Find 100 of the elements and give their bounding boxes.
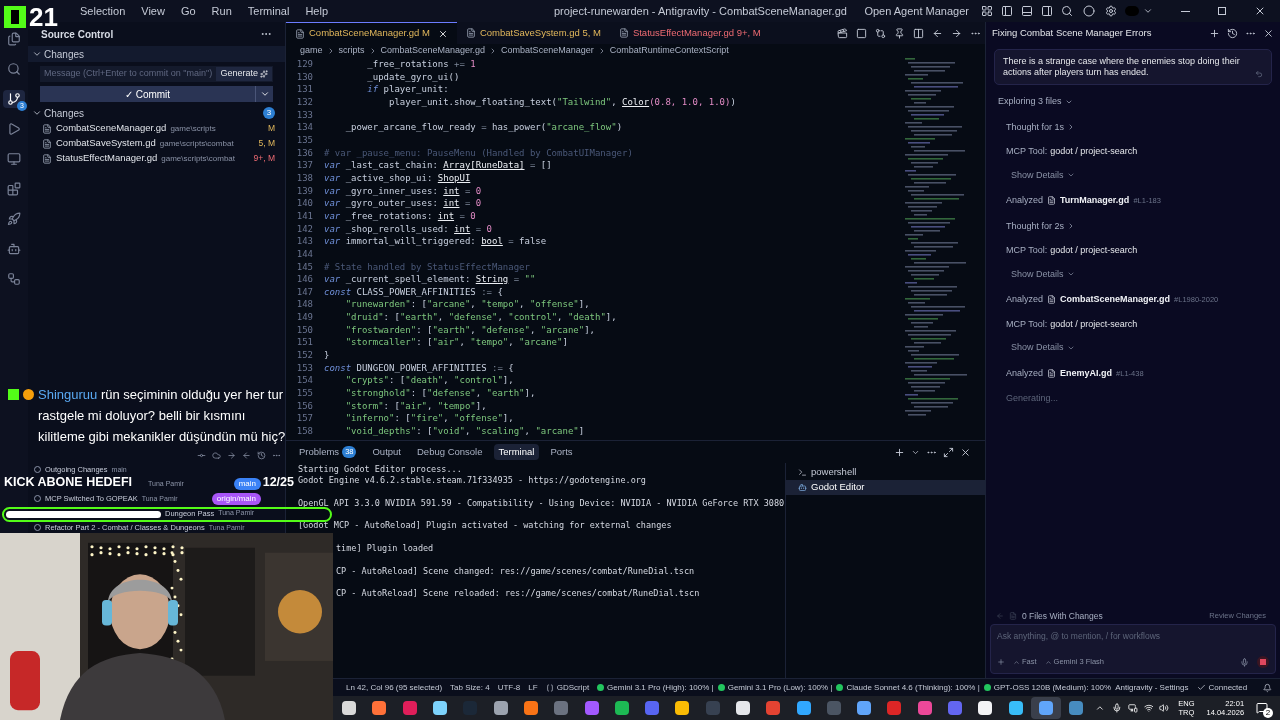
breadcrumb-item[interactable]: CombatSceneManager (501, 43, 594, 58)
commit-icon[interactable] (197, 451, 206, 460)
display-icon[interactable] (1127, 703, 1138, 713)
chevron-icon[interactable] (1143, 6, 1153, 16)
taskbar-app-button[interactable] (1030, 697, 1062, 719)
status-item[interactable]: UTF-8 (497, 681, 521, 694)
menu-item[interactable]: Terminal (239, 2, 298, 20)
changed-file-item[interactable]: StatusEffectManager.gd game\scripts\combat 9+, M (28, 151, 285, 166)
chevron-icon[interactable] (32, 108, 42, 118)
menu-item[interactable]: Run (203, 2, 240, 20)
line-number: 146 (295, 273, 314, 286)
file-icon (465, 28, 476, 38)
robot-icon (798, 483, 807, 492)
layout-icon[interactable] (981, 5, 993, 17)
chevron-icon[interactable] (32, 49, 42, 59)
new-chat-icon[interactable] (1209, 27, 1220, 39)
cloud-icon[interactable] (212, 451, 221, 460)
history-icon[interactable] (1227, 27, 1238, 39)
terminal-list-item[interactable]: Godot Editor (786, 480, 985, 495)
microphone-icon[interactable] (1112, 703, 1122, 713)
agent-manager-link[interactable]: Open Agent Manager (864, 2, 969, 20)
status-item[interactable]: Antigravity - Settings (1115, 681, 1189, 694)
panel-tab[interactable]: Debug Console (412, 444, 488, 460)
panel-tab[interactable]: Ports (545, 444, 578, 460)
chat-message: Shinguruu rün seçiminin olduğu yer her tur rastgele mi doluyor? belli bir kısmını kilitleme gibi mekanikler düşündün mü hiç? (38, 386, 287, 446)
new-terminal-icon[interactable] (894, 446, 905, 458)
panel-tab[interactable]: Terminal (493, 444, 540, 460)
step-group-toggle[interactable]: Exploring 3 files (998, 95, 1062, 109)
tray-overflow-icon[interactable] (1095, 703, 1106, 713)
terminal-list-item[interactable]: powershell (786, 465, 985, 480)
flow-icon (7, 272, 21, 286)
breadcrumb-item[interactable]: scripts (338, 43, 365, 58)
goal-label: KICK ABONE HEDEFI (4, 476, 132, 488)
show-details-toggle[interactable]: Show Details (1011, 168, 1064, 182)
status-item[interactable]: Ln 42, Col 96 (95 selected) (346, 681, 443, 694)
compare-icon[interactable] (875, 27, 886, 39)
file-status: 5, M (258, 137, 275, 150)
menu-item[interactable]: Selection (72, 2, 134, 20)
status-item[interactable]: Gemini 3.1 Pro (Low): 100% | (717, 681, 833, 694)
status-item[interactable]: Connected (1196, 681, 1248, 694)
close-icon[interactable] (1263, 27, 1274, 39)
file-link[interactable]: TurnManager.gd (1060, 194, 1130, 208)
breadcrumb-item[interactable]: game (300, 43, 323, 58)
count-badge: 2 (1263, 708, 1274, 718)
show-details-toggle[interactable]: Show Details (1011, 341, 1064, 355)
minimize-button[interactable] (1181, 10, 1190, 12)
section-header[interactable]: Changes (44, 46, 85, 62)
network-icon[interactable] (1143, 703, 1154, 713)
close-icon[interactable] (1254, 5, 1266, 17)
secondary-sidebar-icon[interactable] (1041, 5, 1053, 17)
panel-toggle-icon[interactable] (1021, 5, 1033, 17)
maximize-icon[interactable] (943, 446, 954, 458)
notification-icon[interactable] (1263, 682, 1272, 693)
stop-icon (1260, 659, 1266, 665)
thought-toggle[interactable]: Thought for 2s (1006, 219, 1065, 233)
forward-icon[interactable] (951, 27, 962, 39)
changed-file-item[interactable]: CombatSceneManager.gd game\scripts M (28, 121, 285, 136)
back-icon[interactable] (932, 27, 943, 39)
settings-icon[interactable] (1105, 5, 1117, 17)
code-line: _update_gyro_ui() (366, 70, 460, 84)
stop-button[interactable] (1257, 656, 1269, 668)
thought-toggle[interactable]: Thought for 1s (1006, 120, 1065, 134)
close-icon[interactable] (437, 28, 448, 39)
pin-icon[interactable] (894, 27, 905, 39)
step-label: MCP Tool: (1006, 244, 1048, 257)
menu-item[interactable]: View (133, 2, 173, 20)
branch-badge: main (233, 478, 261, 491)
generate-button[interactable]: Generate (216, 67, 272, 81)
sidebar-toggle-icon[interactable] (1001, 5, 1013, 17)
panel-tab[interactable]: Output (367, 444, 406, 460)
commit-button[interactable]: ✓ Commit (40, 86, 255, 102)
close-icon[interactable] (960, 446, 971, 458)
status-item[interactable]: Claude Sonnet 4.6 (Thinking): 100% | (836, 681, 980, 694)
menu-item[interactable]: Help (297, 2, 336, 20)
status-item[interactable]: GPT-OSS 120B (Medium): 100% (983, 681, 1112, 694)
file-link[interactable]: CombatSceneManager.gd (1060, 293, 1171, 307)
editor-tab[interactable]: CombatSceneManager.gd M (286, 22, 457, 44)
changed-file-item[interactable]: CombatSaveSystem.gd game\scripts\combat 5, M (28, 136, 285, 151)
search-icon[interactable] (1061, 5, 1073, 17)
volume-icon[interactable] (1159, 703, 1170, 713)
status-item[interactable]: Tab Size: 4 (450, 681, 490, 694)
breadcrumb-item[interactable]: CombatRuntimeContextScript (609, 43, 729, 58)
status-item[interactable]: Gemini 3.1 Pro (High): 100% | (597, 681, 714, 694)
line-number: 132 (295, 95, 314, 109)
restore-button[interactable] (1218, 7, 1226, 15)
menu-item[interactable]: Go (172, 2, 204, 20)
commit-message-field[interactable]: Message (Ctrl+Enter to commit on "main") Generate (40, 66, 273, 82)
status-item[interactable]: LF (528, 681, 538, 694)
file-icon (1047, 295, 1057, 305)
more-icon[interactable] (272, 451, 281, 460)
changes-header[interactable]: Changes (44, 105, 261, 121)
breadcrumb-item[interactable]: CombatSceneManager.gd (380, 43, 486, 58)
split-editor-icon[interactable] (913, 27, 924, 39)
status-item[interactable]: GDScript (545, 681, 590, 694)
add-icon[interactable] (997, 658, 1005, 666)
code-line: _free_rotations += 1 (366, 58, 476, 71)
code-line: if player_unit: (366, 83, 449, 96)
show-details-toggle[interactable]: Show Details (1011, 267, 1064, 281)
file-link[interactable]: EnemyAI.gd (1060, 366, 1113, 380)
terminal-icon (798, 468, 807, 477)
